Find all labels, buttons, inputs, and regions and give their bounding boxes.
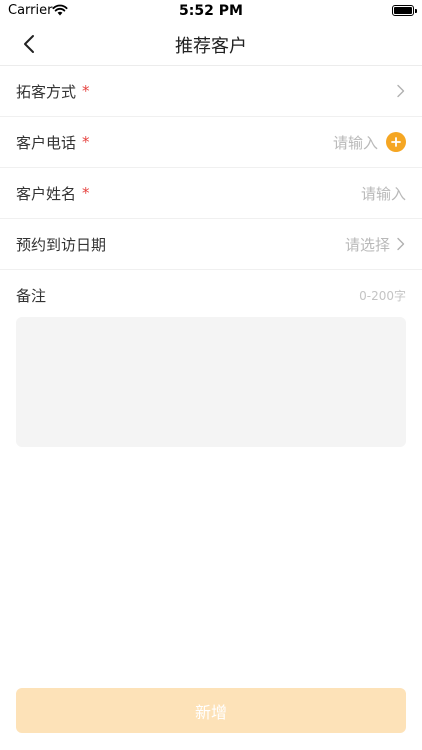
phone-input[interactable]: 请输入	[333, 132, 378, 153]
required-mark: *	[82, 133, 90, 151]
battery-icon	[392, 5, 417, 16]
row-label: 客户电话	[16, 133, 77, 152]
name-input[interactable]: 请输入	[361, 183, 406, 204]
chevron-right-icon	[397, 237, 405, 251]
visit-date-row[interactable]: 预约到访日期 请选择	[0, 219, 422, 270]
required-mark: *	[82, 184, 90, 202]
visit-date-select[interactable]: 请选择	[345, 234, 390, 255]
plus-icon	[391, 137, 401, 147]
customer-phone-row: 客户电话 * 请输入	[0, 117, 422, 168]
required-mark: *	[82, 82, 90, 100]
char-counter: 0-200字	[359, 289, 406, 303]
row-label: 客户姓名	[16, 184, 77, 203]
chevron-right-icon	[397, 84, 405, 98]
acquisition-method-row[interactable]: 拓客方式 *	[0, 66, 422, 117]
status-bar: Carrier 5:52 PM	[0, 0, 422, 22]
customer-name-row: 客户姓名 * 请输入	[0, 168, 422, 219]
recommend-form: 拓客方式 * 客户电话 * 请输入 客户姓名 * 请输入 预约到访日期 请选择 …	[0, 66, 422, 321]
add-circle-icon[interactable]	[386, 132, 406, 152]
nav-bar: 推荐客户	[0, 22, 422, 66]
remark-label: 备注	[16, 287, 47, 305]
clock: 5:52 PM	[179, 3, 243, 19]
submit-button[interactable]: 新增	[16, 688, 406, 733]
row-label: 预约到访日期	[16, 235, 107, 254]
row-label: 拓客方式	[16, 82, 77, 101]
page-title: 推荐客户	[175, 36, 247, 57]
remark-row: 备注 0-200字	[0, 270, 422, 321]
remark-textarea[interactable]	[16, 317, 406, 447]
